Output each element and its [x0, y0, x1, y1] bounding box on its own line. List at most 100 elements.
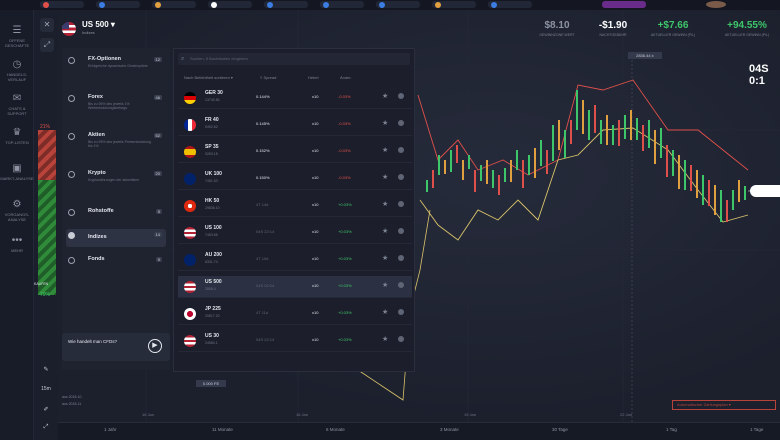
info-icon[interactable] [398, 282, 404, 288]
sidebar-item-chats[interactable]: ✉ CHATS & SUPPORT [0, 94, 34, 117]
star-icon[interactable]: ★ [382, 92, 388, 100]
star-icon[interactable]: ★ [382, 281, 388, 289]
asset-row-spread: 4T 11d [256, 310, 269, 315]
sidebar-item-analysis[interactable]: ⚙ VORGANGS-ANALYSE [0, 200, 34, 223]
info-icon[interactable] [398, 93, 404, 99]
change-header[interactable]: Änder. [340, 75, 352, 80]
asset-row[interactable]: FR 40 5492.62 0.145% x10 -0.03% ★ [178, 114, 412, 136]
asset-tab[interactable] [432, 1, 476, 8]
cfd-tutorial-card[interactable]: Wie handelt man CFDs? ▶ [62, 333, 170, 361]
info-icon[interactable] [398, 228, 404, 234]
trader-sentiment: 21% KAUFEN 79% [34, 124, 56, 300]
auto-payment-dropdown[interactable]: Automatischer Zahlungsplan ▾ [672, 400, 776, 410]
asset-row[interactable]: UK 100 7451.63 0.150% x10 -0.03% ★ [178, 168, 412, 190]
info-icon[interactable] [398, 147, 404, 153]
star-icon[interactable]: ★ [382, 227, 388, 235]
play-icon[interactable]: ▶ [148, 339, 162, 353]
category-fx-options[interactable]: FX-Optionen Erfolgreiche dynamische Gewi… [66, 54, 166, 76]
asset-row-name: GER 30 [205, 90, 223, 96]
star-icon[interactable]: ★ [382, 173, 388, 181]
star-icon[interactable]: ★ [382, 200, 388, 208]
asset-tab[interactable] [264, 1, 308, 8]
asset-tab[interactable] [376, 1, 420, 8]
period-button[interactable]: 3 Monate [440, 427, 459, 432]
star-icon[interactable]: ★ [382, 119, 388, 127]
asset-row-price: 7451.63 [205, 179, 218, 183]
sidebar-item-market-analysis[interactable]: ▣ MARKT-ANALYSE [0, 164, 34, 182]
category-funds[interactable]: Fonds 9 [66, 254, 166, 270]
deposit-button[interactable] [602, 1, 646, 8]
asset-row-change: +0.03% [338, 202, 352, 207]
timeframe-button[interactable]: 15m [34, 386, 58, 392]
category-crypto[interactable]: Krypto Kryptowährungen der aktuellsten 2… [66, 168, 166, 190]
asset-row-leverage: x10 [312, 256, 319, 261]
fullscreen-icon[interactable]: ⤢ [34, 424, 58, 431]
star-icon[interactable]: ★ [382, 254, 388, 262]
search-input[interactable]: ⌕ Suchen, 5 Buchstaben eingeben [178, 53, 410, 65]
asset-tab[interactable] [152, 1, 196, 8]
category-stocks[interactable]: Aktien Bis zu 95% des jeweils Preisentwi… [66, 130, 166, 152]
info-icon[interactable] [398, 120, 404, 126]
star-icon[interactable]: ★ [382, 335, 388, 343]
sidebar-item-top-lists[interactable]: ♛ TOP-LISTEN [0, 128, 34, 146]
draw-icon[interactable]: ✎ [34, 366, 58, 373]
asset-row-spread: 04S 22:14 [256, 229, 275, 234]
info-icon[interactable] [398, 201, 404, 207]
period-button[interactable]: 1 Tag [666, 427, 677, 432]
asset-row[interactable]: AU 200 6331.74 4T 19d x10 +0.03% ★ [178, 249, 412, 271]
asset-row-name: FR 40 [205, 117, 219, 123]
asset-row[interactable]: GER 30 13740.84 0.144% x10 -0.03% ★ [178, 87, 412, 109]
sidebar-item-open-trades[interactable]: ☰ OFFENE GESCHÄFTE [0, 26, 34, 49]
period-button[interactable]: 6 Monate [326, 427, 345, 432]
asset-row-change: +0.03% [338, 283, 352, 288]
info-icon[interactable] [398, 255, 404, 261]
sidebar-item-history[interactable]: ◷ HANDELS-VERLAUF [0, 60, 34, 83]
star-icon[interactable]: ★ [382, 308, 388, 316]
asset-row-leverage: x10 [312, 148, 319, 153]
info-icon[interactable] [398, 336, 404, 342]
expiry-timer: 04S 0:1 [749, 63, 769, 87]
sort-header[interactable]: Nach Beliebtheit sortieren ▾ [184, 75, 233, 80]
asset-row[interactable]: US 100 7463.66 04S 22:14 x10 +0.03% ★ [178, 222, 412, 244]
asset-row[interactable]: HK 50 29836.10 4T 14d x10 +0.03% ★ [178, 195, 412, 217]
sentiment-buy-bar [38, 180, 56, 295]
category-indices[interactable]: Indizes 14 [66, 229, 166, 247]
info-icon[interactable] [398, 174, 404, 180]
asset-tab[interactable] [320, 1, 364, 8]
chart-tools: ✎ 15m ✐ ⤢ [34, 360, 58, 440]
category-forex[interactable]: Forex Bis zu 95% des jeweils 1% Wertentw… [66, 92, 166, 114]
asset-row[interactable]: US 500 2808.4 04S 02:24 x10 +0.03% ★ [178, 276, 412, 298]
asset-selector[interactable]: US 500 ▾ Indizes [62, 20, 115, 38]
more-icon: ••• [11, 235, 23, 246]
asset-row[interactable]: US 30 24584.1 04S 22:14 x10 +0.03% ★ [178, 330, 412, 352]
sentiment-sell-bar [38, 130, 56, 180]
asset-row-name: UK 100 [205, 171, 222, 177]
spread-header[interactable]: ≡ Spread [260, 75, 276, 80]
asset-row-leverage: x10 [312, 229, 319, 234]
asset-tab[interactable] [488, 1, 532, 8]
asset-tab[interactable] [40, 1, 84, 8]
asset-row[interactable]: SP 35 9263.18 0.152% x10 -0.03% ★ [178, 141, 412, 163]
asset-row-price: 2808.4 [205, 287, 216, 291]
asset-row-leverage: x10 [312, 94, 319, 99]
asset-row-spread: 0.152% [256, 148, 270, 153]
radio-icon [68, 209, 75, 216]
period-button[interactable]: 1 Tage [750, 427, 763, 432]
asset-tab[interactable] [96, 1, 140, 8]
info-icon[interactable] [398, 309, 404, 315]
period-button[interactable]: 30 Tage [552, 427, 568, 432]
avatar[interactable] [706, 1, 726, 8]
sidebar-item-more[interactable]: ••• MEHR [0, 235, 34, 254]
close-icon[interactable]: ✕ [40, 18, 54, 32]
asset-row-spread: 0.144% [256, 94, 270, 99]
star-icon[interactable]: ★ [382, 146, 388, 154]
asset-row[interactable]: JP 225 20817.20 4T 11d x10 +0.03% ★ [178, 303, 412, 325]
asset-tab[interactable] [208, 1, 252, 8]
category-commodities[interactable]: Rohstoffe 5 [66, 206, 166, 222]
period-button[interactable]: 11 Monate [212, 427, 233, 432]
expand-icon[interactable]: ⤢ [40, 38, 54, 52]
pencil-icon[interactable]: ✐ [34, 406, 58, 413]
asset-row-spread: 0.145% [256, 121, 270, 126]
leverage-header[interactable]: Hebel [308, 75, 318, 80]
period-button[interactable]: 1 Jahr [104, 427, 117, 432]
